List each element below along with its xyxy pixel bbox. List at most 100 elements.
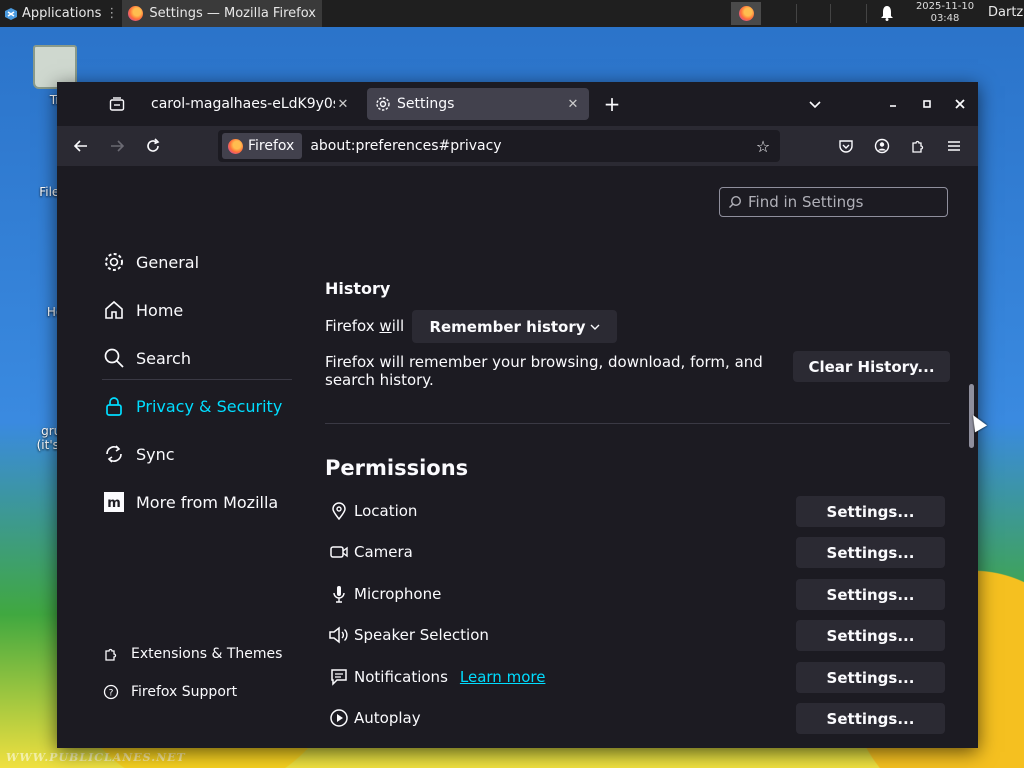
chevron-down-icon [809, 101, 821, 109]
reload-icon [147, 138, 160, 152]
close-tab-icon[interactable]: ✕ [335, 97, 351, 112]
settings-page: Find in Settings General Home Search Pri… [57, 166, 978, 748]
section-divider [325, 423, 950, 424]
category-search[interactable]: Search [102, 346, 191, 370]
pocket-button[interactable] [834, 134, 858, 158]
find-in-settings-input[interactable]: Find in Settings [719, 187, 948, 217]
new-tab-button[interactable]: + [600, 92, 624, 116]
url-bar[interactable]: Firefox about:preferences#privacy ☆ [218, 130, 780, 162]
svg-text:m: m [107, 496, 121, 511]
notifications-settings-button[interactable]: Settings... [796, 662, 945, 693]
speaker-settings-button[interactable]: Settings... [796, 620, 945, 651]
firefox-view-button[interactable] [105, 92, 129, 116]
firefox-window: carol-magalhaes-eLdK9y0sd ✕ Settings ✕ + [57, 82, 978, 748]
autoplay-settings-button[interactable]: Settings... [796, 703, 945, 734]
identity-box[interactable]: Firefox [222, 133, 303, 159]
maximize-icon [923, 100, 931, 108]
applications-label: Applications [22, 6, 102, 21]
firefox-icon [128, 6, 144, 21]
category-label: More from Mozilla [136, 492, 279, 512]
permission-notifications: Notifications Learn more [328, 666, 545, 688]
panel-clock[interactable]: 2025-11-10 03:48 [905, 1, 985, 25]
menu-separator-glyph: ⋮ [105, 6, 119, 21]
panel-separator [796, 4, 797, 23]
firefox-launcher[interactable] [731, 2, 761, 25]
back-button[interactable] [69, 134, 93, 158]
firefox-will-label: Firefox will [325, 317, 405, 335]
microphone-settings-button[interactable]: Settings... [796, 579, 945, 610]
location-settings-button[interactable]: Settings... [796, 496, 945, 527]
permission-autoplay: Autoplay [328, 707, 421, 729]
pocket-icon [839, 140, 853, 153]
permission-label: Location [354, 502, 418, 520]
permission-label: Microphone [354, 585, 442, 603]
wallpaper-watermark: WWW.PUBLICLANES.NET [6, 751, 186, 764]
autoplay-icon [328, 707, 350, 729]
help-icon: ? [103, 684, 119, 700]
navigation-toolbar: Firefox about:preferences#privacy ☆ [57, 126, 978, 166]
permission-microphone: Microphone [328, 583, 441, 605]
scrollbar-track[interactable] [965, 166, 978, 748]
svg-text:?: ? [109, 689, 114, 699]
extensions-button[interactable] [906, 134, 930, 158]
firefox-icon [738, 6, 754, 21]
forward-button[interactable] [105, 134, 129, 158]
tab-settings[interactable]: Settings ✕ [367, 88, 589, 120]
gear-icon [102, 250, 126, 274]
account-button[interactable] [870, 134, 894, 158]
arrow-right-icon [111, 140, 125, 152]
user-menu[interactable]: Dartz [988, 5, 1023, 20]
sync-icon [102, 442, 126, 466]
gear-icon [376, 97, 390, 111]
list-all-tabs-button[interactable] [803, 92, 827, 116]
puzzle-icon [912, 140, 924, 153]
microphone-icon [328, 583, 350, 605]
reload-button[interactable] [141, 134, 165, 158]
url-input[interactable]: about:preferences#privacy [310, 138, 752, 154]
notification-bell-icon[interactable] [880, 5, 894, 25]
clear-history-button[interactable]: Clear History... [793, 351, 950, 382]
tab-bar: carol-magalhaes-eLdK9y0sd ✕ Settings ✕ + [57, 82, 978, 126]
camera-settings-button[interactable]: Settings... [796, 537, 945, 568]
firefox-support-link[interactable]: ? Firefox Support [103, 684, 237, 700]
home-icon [102, 298, 126, 322]
puzzle-icon [105, 648, 117, 661]
permission-label: Speaker Selection [354, 626, 489, 644]
chevron-down-icon [590, 324, 600, 330]
xfce-icon [5, 7, 17, 20]
top-panel: Applications ⋮ Settings — Mozilla Firefo… [0, 0, 1024, 27]
taskbar-window-button[interactable]: Settings — Mozilla Firefox [122, 0, 322, 27]
permission-camera: Camera [328, 541, 413, 563]
category-more-from-mozilla[interactable]: m More from Mozilla [102, 490, 278, 514]
hamburger-menu-icon [948, 141, 960, 151]
applications-menu[interactable]: Applications ⋮ [0, 0, 122, 27]
category-general[interactable]: General [102, 250, 199, 274]
permission-label: Camera [354, 543, 413, 561]
learn-more-link[interactable]: Learn more [460, 668, 546, 686]
dropdown-value: Remember history [429, 317, 586, 336]
search-icon [102, 346, 126, 370]
tab-inactive[interactable]: carol-magalhaes-eLdK9y0sd ✕ [143, 88, 359, 120]
history-mode-dropdown[interactable]: Remember history [412, 310, 617, 343]
footer-link-label: Firefox Support [131, 684, 238, 700]
location-icon [328, 500, 350, 522]
close-window-button[interactable] [948, 92, 972, 116]
identity-label: Firefox [248, 138, 295, 154]
clock-date: 2025-11-10 [915, 1, 975, 12]
category-sync[interactable]: Sync [102, 442, 175, 466]
close-icon [955, 99, 965, 109]
maximize-button[interactable] [915, 92, 939, 116]
minimize-button[interactable] [881, 92, 905, 116]
plus-icon: + [603, 92, 621, 116]
lock-icon [102, 394, 126, 418]
category-privacy[interactable]: Privacy & Security [102, 394, 282, 418]
speaker-icon [328, 624, 350, 646]
extensions-themes-link[interactable]: Extensions & Themes [103, 646, 282, 662]
app-menu-button[interactable] [942, 134, 966, 158]
close-tab-icon[interactable]: ✕ [565, 97, 581, 112]
category-home[interactable]: Home [102, 298, 183, 322]
permission-label: Autoplay [354, 709, 421, 727]
notification-icon [328, 666, 350, 688]
bookmark-star-icon[interactable]: ☆ [752, 137, 774, 156]
tab-title: carol-magalhaes-eLdK9y0sd [151, 96, 335, 112]
